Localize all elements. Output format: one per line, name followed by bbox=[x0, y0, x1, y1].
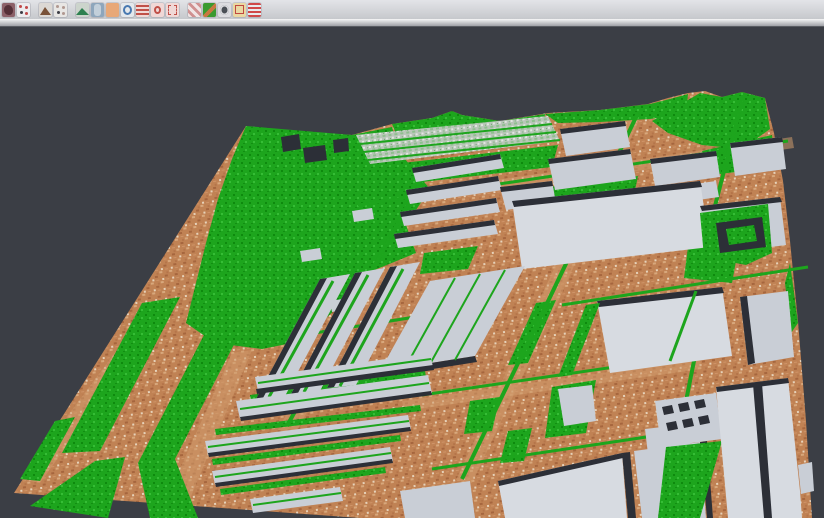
building-shadow bbox=[333, 138, 349, 153]
dem-icon[interactable] bbox=[76, 3, 89, 17]
globe-icon[interactable] bbox=[121, 3, 134, 17]
points-icon[interactable] bbox=[54, 3, 67, 17]
contour-lines-icon[interactable] bbox=[136, 3, 149, 17]
terrain-icon[interactable] bbox=[39, 3, 52, 17]
application-window bbox=[0, 0, 824, 517]
selection-icon[interactable] bbox=[166, 3, 179, 17]
building-roof bbox=[558, 385, 596, 426]
3d-viewport[interactable] bbox=[0, 27, 824, 518]
classification-map-icon[interactable] bbox=[203, 3, 216, 17]
export-icon[interactable] bbox=[233, 3, 246, 17]
toolbar-separator bbox=[181, 9, 186, 10]
building-shadow bbox=[303, 145, 327, 163]
classify-points-icon[interactable] bbox=[17, 3, 30, 17]
toolbar bbox=[0, 0, 824, 19]
mesh-icon[interactable] bbox=[2, 3, 15, 17]
layers-icon[interactable] bbox=[248, 3, 261, 17]
column-icon[interactable] bbox=[91, 3, 104, 17]
toolbar-separator bbox=[32, 9, 37, 10]
wheel-icon[interactable] bbox=[218, 3, 231, 17]
toolbar-divider bbox=[0, 19, 824, 27]
orthophoto-icon[interactable] bbox=[106, 3, 119, 17]
target-icon[interactable] bbox=[151, 3, 164, 17]
grid-icon[interactable] bbox=[188, 3, 201, 17]
classified-mesh-scene[interactable] bbox=[0, 27, 824, 518]
toolbar-separator bbox=[69, 9, 74, 10]
building-shadow bbox=[281, 134, 301, 152]
